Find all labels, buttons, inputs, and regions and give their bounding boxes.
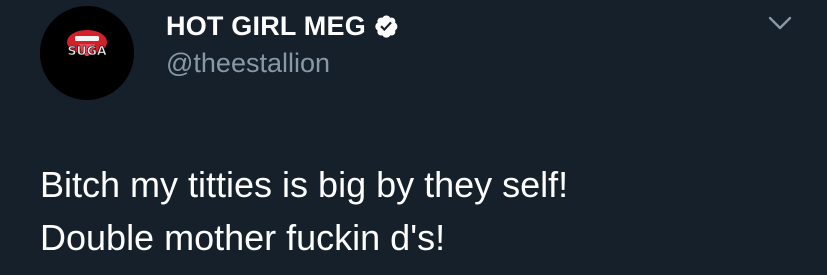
svg-text:SUGA: SUGA: [67, 43, 106, 58]
tweet-options-button[interactable]: [765, 10, 795, 36]
tweet-text-line: Double mother fuckin d's!: [40, 217, 446, 258]
suga-logo-icon: SUGA: [40, 6, 134, 100]
chevron-down-icon: [768, 16, 792, 30]
author-handle[interactable]: @theestallion: [166, 48, 330, 79]
tweet-card: SUGA HOT GIRL MEG @theestallion Bitch my…: [0, 0, 827, 275]
avatar[interactable]: SUGA: [40, 6, 134, 100]
verified-badge-icon: [373, 13, 399, 39]
tweet-text-line: Bitch my titties is big by they self!: [40, 164, 569, 205]
author-display-name[interactable]: HOT GIRL MEG: [166, 11, 366, 42]
tweet-text: Bitch my titties is big by they self! Do…: [40, 158, 800, 264]
author-name-row: HOT GIRL MEG: [166, 8, 399, 44]
